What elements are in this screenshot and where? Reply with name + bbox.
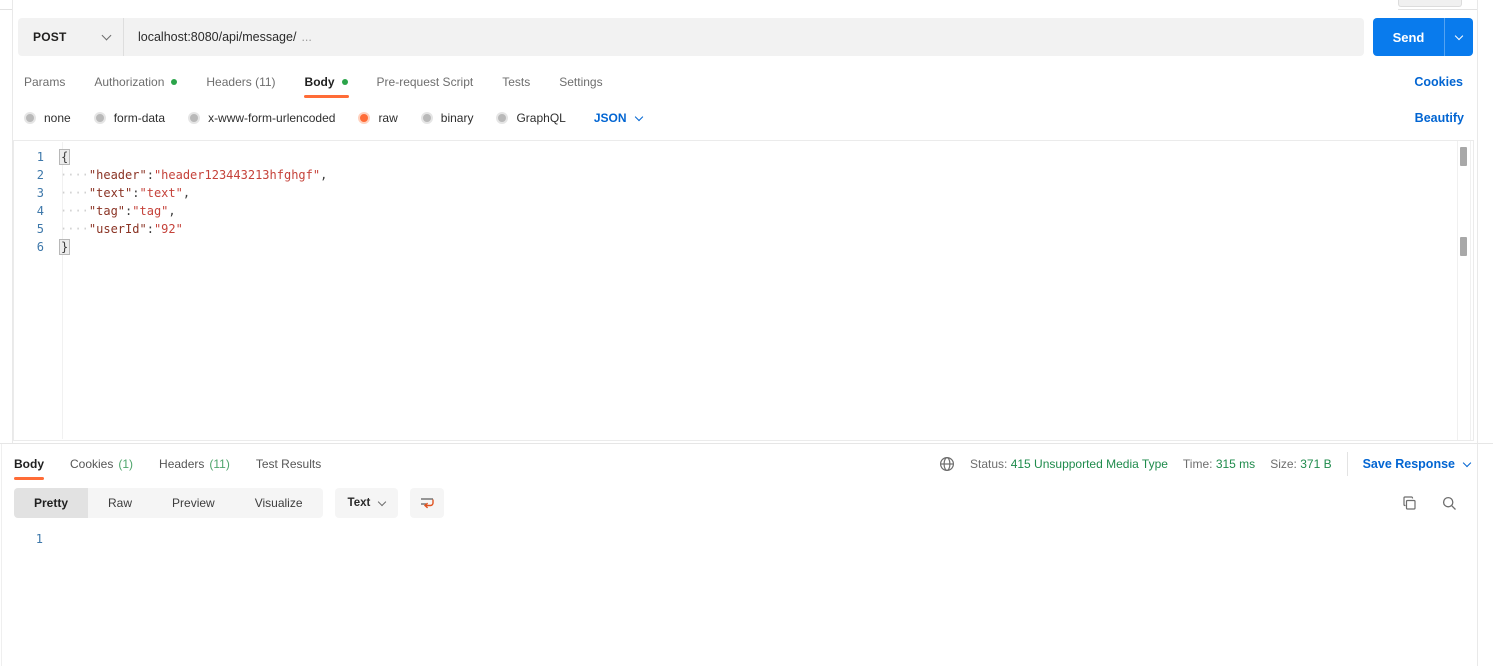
tab-pre-request-script[interactable]: Pre-request Script: [377, 68, 474, 96]
line-number: 6: [36, 240, 44, 254]
mode-binary[interactable]: binary: [420, 111, 473, 125]
response-actions: [1401, 495, 1458, 512]
tab-body[interactable]: Body: [303, 68, 349, 98]
search-icon[interactable]: [1441, 495, 1458, 512]
view-visualize[interactable]: Visualize: [235, 488, 323, 518]
status-value: 415 Unsupported Media Type: [1010, 457, 1168, 471]
mode-form-data[interactable]: form-data: [93, 111, 165, 125]
wrap-text-button[interactable]: [410, 488, 445, 518]
language-select[interactable]: JSON: [594, 111, 643, 125]
send-options-button[interactable]: [1444, 18, 1473, 56]
radio-icon: [496, 112, 509, 124]
time-value: 315 ms: [1215, 457, 1256, 471]
vertical-divider: [1346, 452, 1348, 476]
scrollbar-track-border: [1470, 141, 1471, 440]
request-body-editor[interactable]: 1{2 ····"header":"header123443213hfghgf",…: [13, 140, 1474, 441]
view-preview[interactable]: Preview: [152, 488, 235, 518]
chevron-down-icon: [1454, 31, 1464, 40]
line-number: 3: [36, 186, 44, 200]
tab-authorization[interactable]: Authorization: [94, 68, 178, 96]
code-line: 4 ····"tag":"tag",: [14, 202, 1453, 220]
top-left-divider: [0, 9, 12, 10]
send-button[interactable]: Send: [1373, 18, 1473, 56]
mode-graphql[interactable]: GraphQL: [496, 111, 566, 125]
method-label: POST: [33, 30, 67, 44]
chevron-down-icon: [1462, 458, 1472, 467]
save-response-button[interactable]: Save Response: [1363, 457, 1472, 471]
line-number: 1: [35, 532, 43, 546]
tab-tests[interactable]: Tests: [502, 68, 530, 96]
response-view-switcher: Pretty Raw Preview Visualize: [14, 488, 323, 518]
body-mode-row: none form-data x-www-form-urlencoded raw…: [24, 106, 643, 130]
headers-count: (11): [209, 457, 230, 471]
response-body-editor[interactable]: 1: [0, 530, 1461, 548]
top-right-divider: [1398, 9, 1477, 10]
code-line: 6}: [14, 238, 1453, 256]
response-tab-test-results[interactable]: Test Results: [256, 450, 321, 478]
response-tabs: Body Cookies (1) Headers (11) Test Resul…: [14, 450, 321, 480]
beautify-link[interactable]: Beautify: [1415, 111, 1464, 125]
line-number: 5: [36, 222, 44, 236]
cutoff-toolbar-element: [1398, 0, 1462, 7]
code-line: 1{: [14, 148, 1453, 166]
cookies-link[interactable]: Cookies: [1414, 75, 1463, 89]
status-pair: Status: 415 Unsupported Media Type: [970, 457, 1168, 471]
radio-icon: [93, 112, 106, 124]
scrollbar-track-border: [1457, 141, 1458, 440]
tab-params[interactable]: Params: [24, 68, 65, 96]
line-number: 2: [36, 168, 44, 182]
request-tabs: Params Authorization Headers (11) Body P…: [24, 68, 603, 98]
url-input[interactable]: localhost:8080/api/message/ ...: [124, 18, 1364, 56]
response-left-border: [1, 444, 2, 666]
green-dot-icon: [341, 79, 348, 85]
radio-icon: [420, 112, 433, 124]
view-pretty[interactable]: Pretty: [14, 488, 89, 518]
tab-headers[interactable]: Headers (11): [206, 68, 275, 96]
cookies-count: (1): [118, 457, 134, 471]
size-pair: Size: 371 B: [1270, 457, 1332, 471]
response-tab-body[interactable]: Body: [14, 450, 44, 480]
request-code: 1{2 ····"header":"header123443213hfghgf",…: [14, 148, 1453, 256]
method-select[interactable]: POST: [18, 18, 124, 56]
copy-icon[interactable]: [1401, 495, 1418, 512]
green-dot-icon: [171, 79, 178, 85]
response-meta: Status: 415 Unsupported Media Type Time:…: [939, 450, 1472, 478]
postman-request-view: POST localhost:8080/api/message/ ... Sen…: [0, 0, 1493, 666]
url-value: localhost:8080/api/message/: [138, 30, 297, 44]
radio-icon: [24, 112, 36, 124]
chevron-down-icon: [634, 112, 643, 121]
request-url-bar: POST localhost:8080/api/message/ ... Sen…: [18, 18, 1473, 56]
send-label: Send: [1392, 29, 1425, 45]
code-line: 5 ····"userId":"92": [14, 220, 1453, 238]
radio-selected-icon: [358, 112, 371, 124]
url-ellipsis: ...: [301, 30, 312, 44]
mode-none[interactable]: none: [24, 111, 71, 125]
response-tab-cookies[interactable]: Cookies (1): [70, 450, 133, 478]
response-toolbar: Pretty Raw Preview Visualize Text: [14, 488, 445, 518]
text-wrap-icon: [421, 498, 435, 509]
size-value: 371 B: [1300, 457, 1332, 471]
radio-icon: [188, 112, 201, 124]
code-line: 3 ····"text":"text",: [14, 184, 1453, 202]
scrollbar-thumb[interactable]: [1460, 147, 1467, 166]
response-format-select[interactable]: Text: [334, 488, 399, 518]
scrollbar-marker: [1460, 237, 1467, 256]
network-icon[interactable]: [939, 456, 955, 472]
code-line: 1: [0, 530, 1461, 548]
panel-right-border: [1477, 0, 1478, 666]
line-number: 4: [36, 204, 44, 218]
view-raw[interactable]: Raw: [88, 488, 152, 518]
mode-raw[interactable]: raw: [358, 111, 398, 125]
code-line: 2 ····"header":"header123443213hfghgf",: [14, 166, 1453, 184]
tab-settings[interactable]: Settings: [559, 68, 602, 96]
chevron-down-icon: [101, 30, 112, 41]
chevron-down-icon: [378, 497, 387, 506]
mode-x-www-form-urlencoded[interactable]: x-www-form-urlencoded: [188, 111, 335, 125]
time-pair: Time: 315 ms: [1182, 457, 1256, 471]
line-number: 1: [36, 150, 44, 164]
response-divider: [0, 443, 1493, 444]
response-tab-headers[interactable]: Headers (11): [159, 450, 230, 478]
